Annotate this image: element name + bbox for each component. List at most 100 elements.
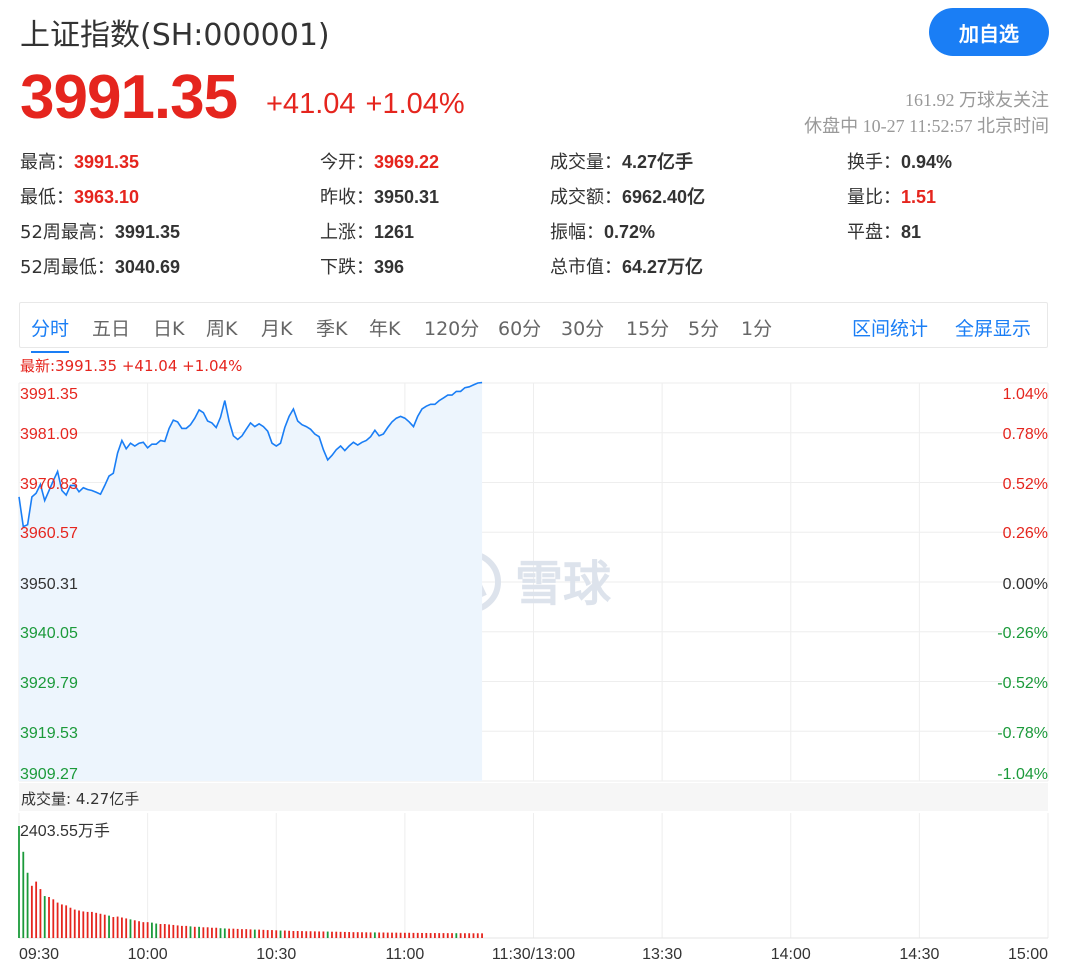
time-axis-label: 10:30 (256, 946, 296, 963)
stat-item: 总市值：64.27万亿 (550, 253, 703, 279)
range-stats-link[interactable]: 区间统计 (852, 314, 928, 341)
stat-item: 量比：1.51 (847, 183, 936, 209)
volume-bar (313, 931, 316, 938)
volume-max-label: 2403.55万手 (20, 822, 110, 840)
watermark-icon-mark (453, 558, 487, 598)
volume-bar (129, 919, 132, 938)
volume-bar (185, 925, 188, 938)
volume-bar (292, 931, 295, 938)
volume-bar (472, 933, 475, 938)
time-axis-label: 10:00 (128, 946, 168, 963)
watermark-text: 雪球 (515, 558, 612, 611)
volume-bar (99, 913, 102, 938)
stat-label: 52周最高： (20, 222, 115, 243)
volume-bar (151, 922, 153, 938)
stat-label: 上涨： (320, 222, 374, 243)
volume-bar (56, 902, 59, 938)
volume-bar (249, 929, 252, 938)
volume-bar (48, 896, 50, 938)
tab-9[interactable]: 30分 (561, 314, 604, 341)
volume-bar (416, 932, 419, 938)
percent-axis-label: 0.26% (1003, 525, 1048, 542)
volume-bar (73, 909, 76, 938)
stat-label: 52周最低： (20, 257, 115, 278)
stat-item: 52周最高：3991.35 (20, 218, 180, 244)
volume-bar (103, 914, 106, 938)
volume-bar (198, 926, 200, 938)
volume-bar (326, 931, 329, 938)
volume-bar (245, 929, 248, 938)
stat-item: 平盘：81 (847, 218, 921, 244)
volume-bar (176, 925, 179, 938)
stat-item: 今开：3969.22 (320, 148, 439, 174)
volume-bar (52, 899, 55, 938)
volume-bar (378, 932, 381, 938)
chart-latest-readout: 最新:3991.35 +41.04 +1.04% (20, 357, 243, 375)
percent-axis-label: 0.52% (1003, 476, 1048, 493)
tab-4[interactable]: 月K (261, 314, 292, 341)
time-axis-label: 14:30 (899, 946, 939, 963)
tab-7[interactable]: 120分 (424, 314, 479, 341)
price-line (18, 381, 483, 528)
price-axis-label: 3929.79 (20, 675, 78, 692)
price-axis-label: 3991.35 (20, 386, 78, 403)
volume-bar (30, 885, 33, 938)
tab-12[interactable]: 1分 (741, 314, 772, 341)
volume-bar (339, 931, 342, 938)
stat-value: 3950.31 (374, 187, 440, 207)
volume-bar (331, 931, 333, 938)
tab-11[interactable]: 5分 (688, 314, 719, 341)
percent-axis-label: 0.00% (1003, 576, 1048, 593)
stat-value: 3991.35 (74, 152, 140, 172)
stat-label: 今开： (320, 152, 374, 173)
volume-bar (391, 932, 393, 938)
volume-bar (352, 932, 355, 938)
stat-value: 0.94% (901, 152, 953, 172)
volume-bar (133, 920, 136, 938)
percent-axis-label: -1.04% (997, 766, 1048, 783)
volume-bar (322, 931, 325, 938)
stat-value: 1261 (374, 222, 415, 242)
tab-2[interactable]: 日K (153, 314, 184, 341)
fullscreen-link[interactable]: 全屏显示 (955, 314, 1031, 341)
volume-bar (219, 928, 222, 938)
volume-bar (369, 932, 372, 938)
tab-1[interactable]: 五日 (92, 314, 130, 341)
price-axis-label: 3919.53 (20, 725, 78, 742)
tab-6[interactable]: 年K (369, 314, 400, 341)
tab-8[interactable]: 60分 (498, 314, 541, 341)
volume-bar (65, 905, 68, 938)
tab-0[interactable]: 分时 (31, 314, 70, 353)
volume-bar (39, 889, 42, 938)
add-to-watchlist-button[interactable]: 加自选 (929, 8, 1049, 56)
volume-bar (288, 930, 291, 938)
stat-value: 396 (374, 257, 405, 277)
stat-value: 64.27万亿 (622, 257, 704, 277)
stat-value: 3963.10 (74, 187, 140, 207)
volume-bar (266, 930, 269, 938)
volume-bar (455, 933, 458, 938)
stat-label: 最高： (20, 152, 74, 173)
volume-bar (283, 930, 286, 938)
volume-header-bar (19, 783, 1048, 811)
tab-3[interactable]: 周K (206, 314, 237, 341)
volume-bar (90, 911, 93, 938)
time-axis-label: 13:30 (642, 946, 682, 963)
volume-bar (172, 924, 175, 938)
tab-10[interactable]: 15分 (626, 314, 669, 341)
volume-bar (121, 917, 123, 938)
volume-bar (206, 927, 209, 938)
volume-bar (296, 931, 299, 938)
volume-bar (60, 904, 63, 938)
percent-axis-label: 1.04% (1003, 386, 1048, 403)
tab-5[interactable]: 季K (316, 314, 347, 341)
price-change: +41.04 +1.04% (266, 88, 475, 121)
volume-bar (116, 916, 119, 938)
followers-count: 161.92 万球友关注 (905, 90, 1049, 110)
volume-bar (425, 932, 428, 938)
change-percent: +1.04% (365, 88, 465, 120)
volume-bar (241, 929, 243, 938)
volume-bar (146, 922, 149, 938)
volume-bar (429, 933, 432, 938)
stock-title: 上证指数(SH:000001) (20, 18, 330, 53)
